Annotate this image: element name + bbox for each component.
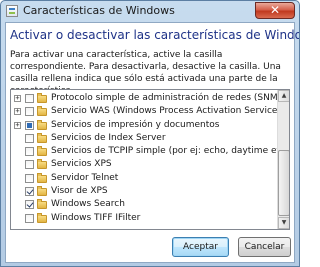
- expand-icon[interactable]: +: [14, 121, 21, 129]
- feature-row[interactable]: + Protocolo simple de administración de r…: [11, 92, 287, 105]
- feature-label[interactable]: Servicio WAS (Windows Process Activation…: [51, 105, 281, 118]
- folder-icon: [37, 186, 47, 197]
- dialog-heading: Activar o desactivar las características…: [10, 28, 300, 42]
- feature-checkbox[interactable]: [25, 213, 34, 223]
- vertical-scrollbar[interactable]: ▲ ▼: [277, 90, 289, 229]
- folder-icon: [37, 106, 47, 117]
- feature-checkbox[interactable]: [25, 200, 34, 210]
- feature-label[interactable]: Windows Search: [51, 198, 125, 211]
- folder-icon: [37, 132, 47, 143]
- feature-row[interactable]: Servicios XPS: [11, 158, 275, 171]
- feature-label[interactable]: Protocolo simple de administración de re…: [51, 92, 287, 105]
- feature-label[interactable]: Servicios de TCPIP simple (por ej: echo,…: [51, 145, 289, 158]
- folder-icon: [37, 93, 47, 103]
- expand-icon[interactable]: +: [14, 95, 21, 102]
- expand-icon[interactable]: +: [14, 108, 21, 116]
- window-title: Características de Windows: [23, 4, 175, 17]
- feature-row[interactable]: Windows TIFF IFilter: [11, 212, 275, 225]
- feature-label[interactable]: Servicios de Index Server: [51, 132, 166, 145]
- folder-icon: [37, 172, 47, 183]
- feature-label[interactable]: Servicios XPS: [51, 158, 112, 171]
- scroll-up-icon[interactable]: ▲: [278, 90, 289, 102]
- feature-checkbox[interactable]: [25, 94, 34, 103]
- accept-button[interactable]: Aceptar: [172, 237, 229, 257]
- feature-row[interactable]: Servicios de Index Server: [11, 132, 275, 145]
- feature-checkbox[interactable]: [25, 120, 34, 130]
- folder-icon: [37, 146, 47, 157]
- feature-checkbox[interactable]: [25, 160, 34, 170]
- feature-checkbox[interactable]: [25, 173, 34, 183]
- feature-label[interactable]: Windows TIFF IFilter: [51, 212, 140, 225]
- windows-features-icon: [6, 5, 18, 17]
- cancel-button[interactable]: Cancelar: [238, 237, 291, 257]
- dialog-content: Activar o desactivar las características…: [5, 22, 299, 263]
- feature-checkbox[interactable]: [25, 107, 34, 117]
- features-dialog: Características de Windows ✕ Activar o d…: [0, 0, 300, 267]
- folder-icon: [37, 119, 47, 130]
- feature-label[interactable]: Servidor Telnet: [51, 172, 118, 185]
- feature-checkbox[interactable]: [25, 133, 34, 143]
- feature-row[interactable]: Windows Search: [11, 198, 275, 211]
- feature-checkbox[interactable]: [25, 187, 34, 197]
- feature-row[interactable]: + Servicio WAS (Windows Process Activatio…: [11, 105, 281, 118]
- feature-row[interactable]: Visor de XPS: [11, 185, 275, 198]
- feature-label[interactable]: Visor de XPS: [51, 185, 108, 198]
- folder-icon: [37, 212, 47, 223]
- scroll-thumb[interactable]: [278, 150, 289, 216]
- folder-icon: [37, 199, 47, 210]
- feature-checkbox[interactable]: [25, 147, 34, 157]
- feature-row[interactable]: Servicios de TCPIP simple (por ej: echo,…: [11, 145, 289, 158]
- close-button[interactable]: ✕: [255, 2, 295, 19]
- folder-icon: [37, 159, 47, 170]
- scroll-down-icon[interactable]: ▼: [278, 217, 289, 229]
- features-tree: + Protocolo simple de administración de r…: [10, 89, 290, 230]
- feature-row[interactable]: + Servicios de impresión y documentos: [11, 119, 275, 132]
- features-list: + Protocolo simple de administración de r…: [11, 92, 289, 225]
- title-bar[interactable]: Características de Windows ✕: [1, 1, 299, 22]
- feature-row[interactable]: Servidor Telnet: [11, 172, 275, 185]
- feature-label[interactable]: Servicios de impresión y documentos: [51, 119, 219, 132]
